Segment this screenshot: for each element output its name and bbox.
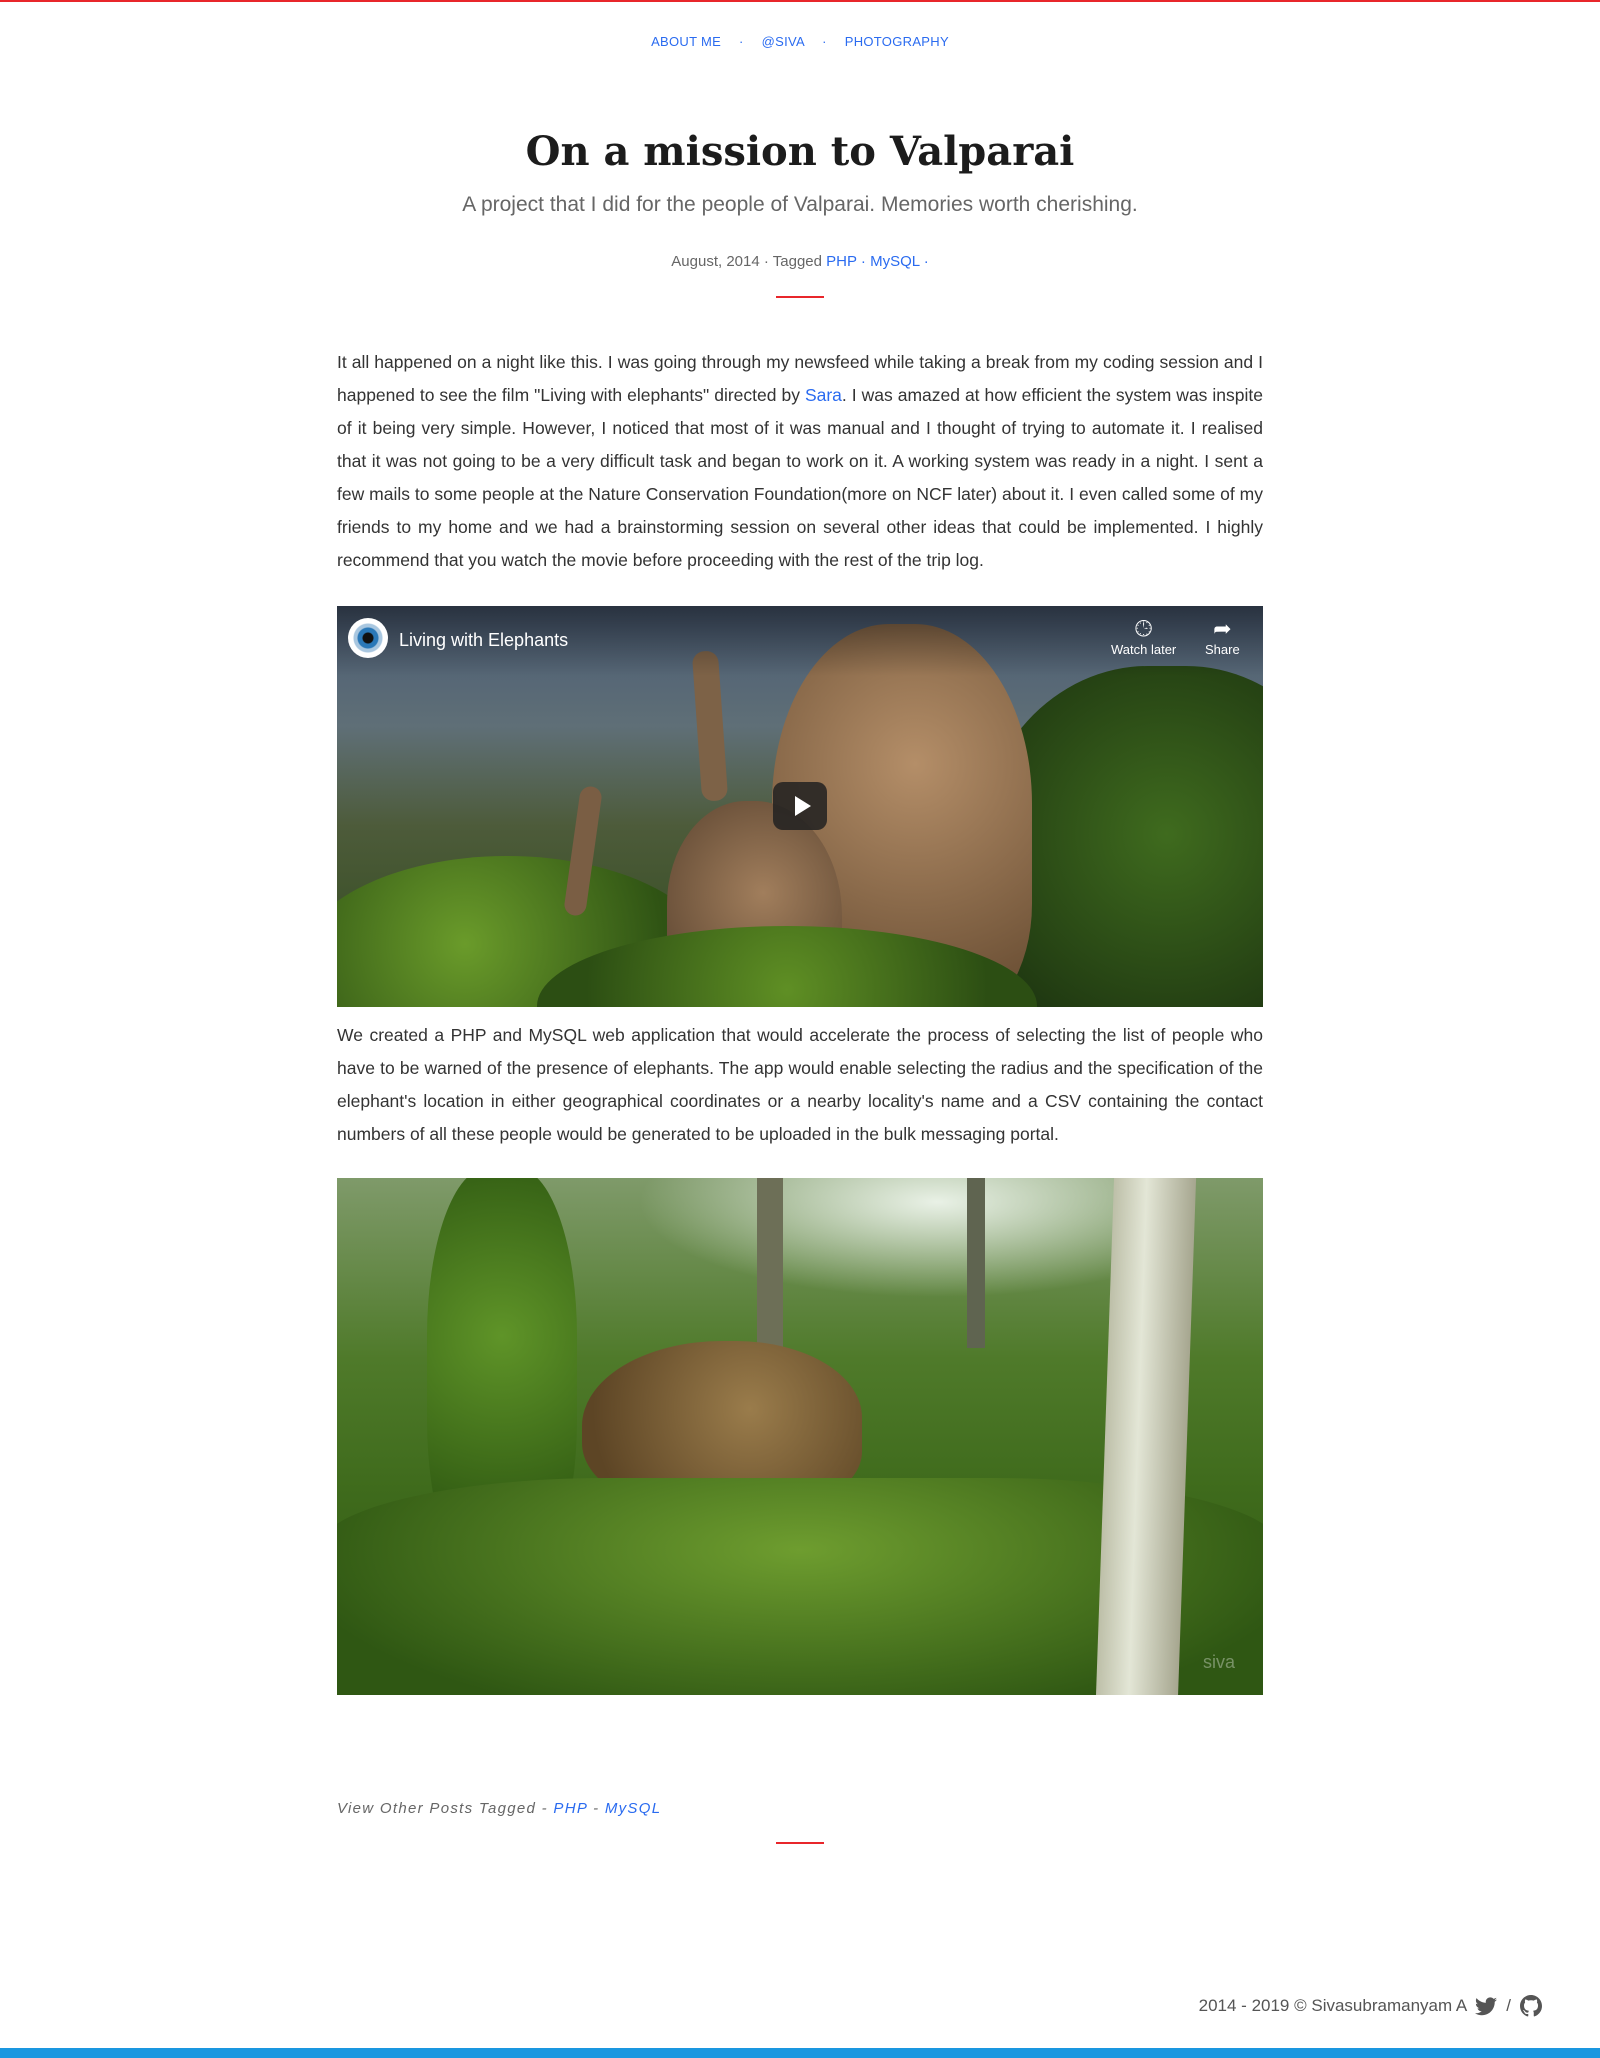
footer-tag-php-link[interactable]: PHP	[553, 1800, 587, 1817]
watch-later-label: Watch later	[1111, 642, 1177, 657]
footer-tag-mysql-link[interactable]: MySQL	[605, 1800, 662, 1817]
meta-separator: ·	[923, 253, 929, 270]
video-title[interactable]: Living with Elephants	[399, 630, 568, 651]
twitter-icon[interactable]	[1475, 1996, 1498, 2016]
tagged-footer-label: View Other Posts Tagged	[337, 1800, 537, 1817]
intro-paragraph: It all happened on a night like this. I …	[337, 346, 1263, 577]
tag-php-link[interactable]: PHP	[826, 253, 857, 270]
tags-divider	[776, 1842, 824, 1844]
top-accent-line	[0, 0, 1600, 2]
app-description-paragraph: We created a PHP and MySQL web applicati…	[337, 1025, 1263, 1144]
post-subtitle: A project that I did for the people of V…	[462, 193, 1138, 216]
play-button[interactable]	[773, 782, 827, 830]
tag-dash: -	[593, 1800, 600, 1817]
tagged-label: Tagged	[772, 253, 822, 270]
site-footer: 2014 - 2019 © Sivasubramanyam A /	[1199, 1995, 1542, 2017]
share-arrow-icon: ➦	[1213, 616, 1232, 641]
footer-slash: /	[1506, 1996, 1511, 2015]
clock-icon: 🕒︎	[1134, 616, 1153, 641]
channel-avatar[interactable]	[348, 618, 388, 658]
post-date: August, 2014	[671, 253, 760, 270]
post-title: On a mission to Valparai	[525, 128, 1075, 175]
elephant-photo: siva	[337, 1178, 1263, 1695]
twitter-icon	[1475, 1996, 1498, 2015]
sara-link[interactable]: Sara	[805, 385, 842, 405]
github-icon	[1520, 1995, 1542, 2017]
nav-photography-link[interactable]: Photography	[845, 34, 949, 49]
nav-siva-link[interactable]: @siva	[762, 34, 805, 49]
top-nav: About Me · @siva · Photography	[0, 34, 1600, 49]
share-button[interactable]: ➦ Share	[1205, 616, 1240, 657]
nav-about-me-link[interactable]: About Me	[651, 34, 721, 49]
github-icon[interactable]	[1520, 1995, 1542, 2017]
intro-text-end: . I was amazed at how efficient the syst…	[337, 385, 1263, 570]
photo-sky-glow	[637, 1178, 1137, 1298]
tag-dash: -	[541, 1800, 548, 1817]
header-divider	[776, 296, 824, 298]
photo-watermark: siva	[1202, 1652, 1235, 1672]
share-label: Share	[1205, 642, 1240, 657]
youtube-embed[interactable]: Living with Elephants 🕒︎ Watch later ➦ S…	[337, 606, 1263, 1007]
play-icon	[795, 796, 811, 816]
other-posts-tagged: View Other Posts Tagged - PHP - MySQL	[337, 1800, 661, 1817]
meta-separator: ·	[860, 253, 866, 270]
photo-tree-trunk	[967, 1178, 985, 1348]
meta-separator: ·	[763, 253, 769, 270]
watch-later-button[interactable]: 🕒︎ Watch later	[1111, 616, 1176, 657]
bottom-accent-bar	[0, 2048, 1600, 2058]
nav-separator: ·	[822, 34, 827, 49]
nav-separator: ·	[739, 34, 744, 49]
post-meta: August, 2014 · Tagged PHP · MySQL ·	[0, 253, 1600, 270]
tag-mysql-link[interactable]: MySQL	[870, 253, 919, 270]
copyright-text: 2014 - 2019 © Sivasubramanyam A	[1198, 1996, 1468, 2015]
